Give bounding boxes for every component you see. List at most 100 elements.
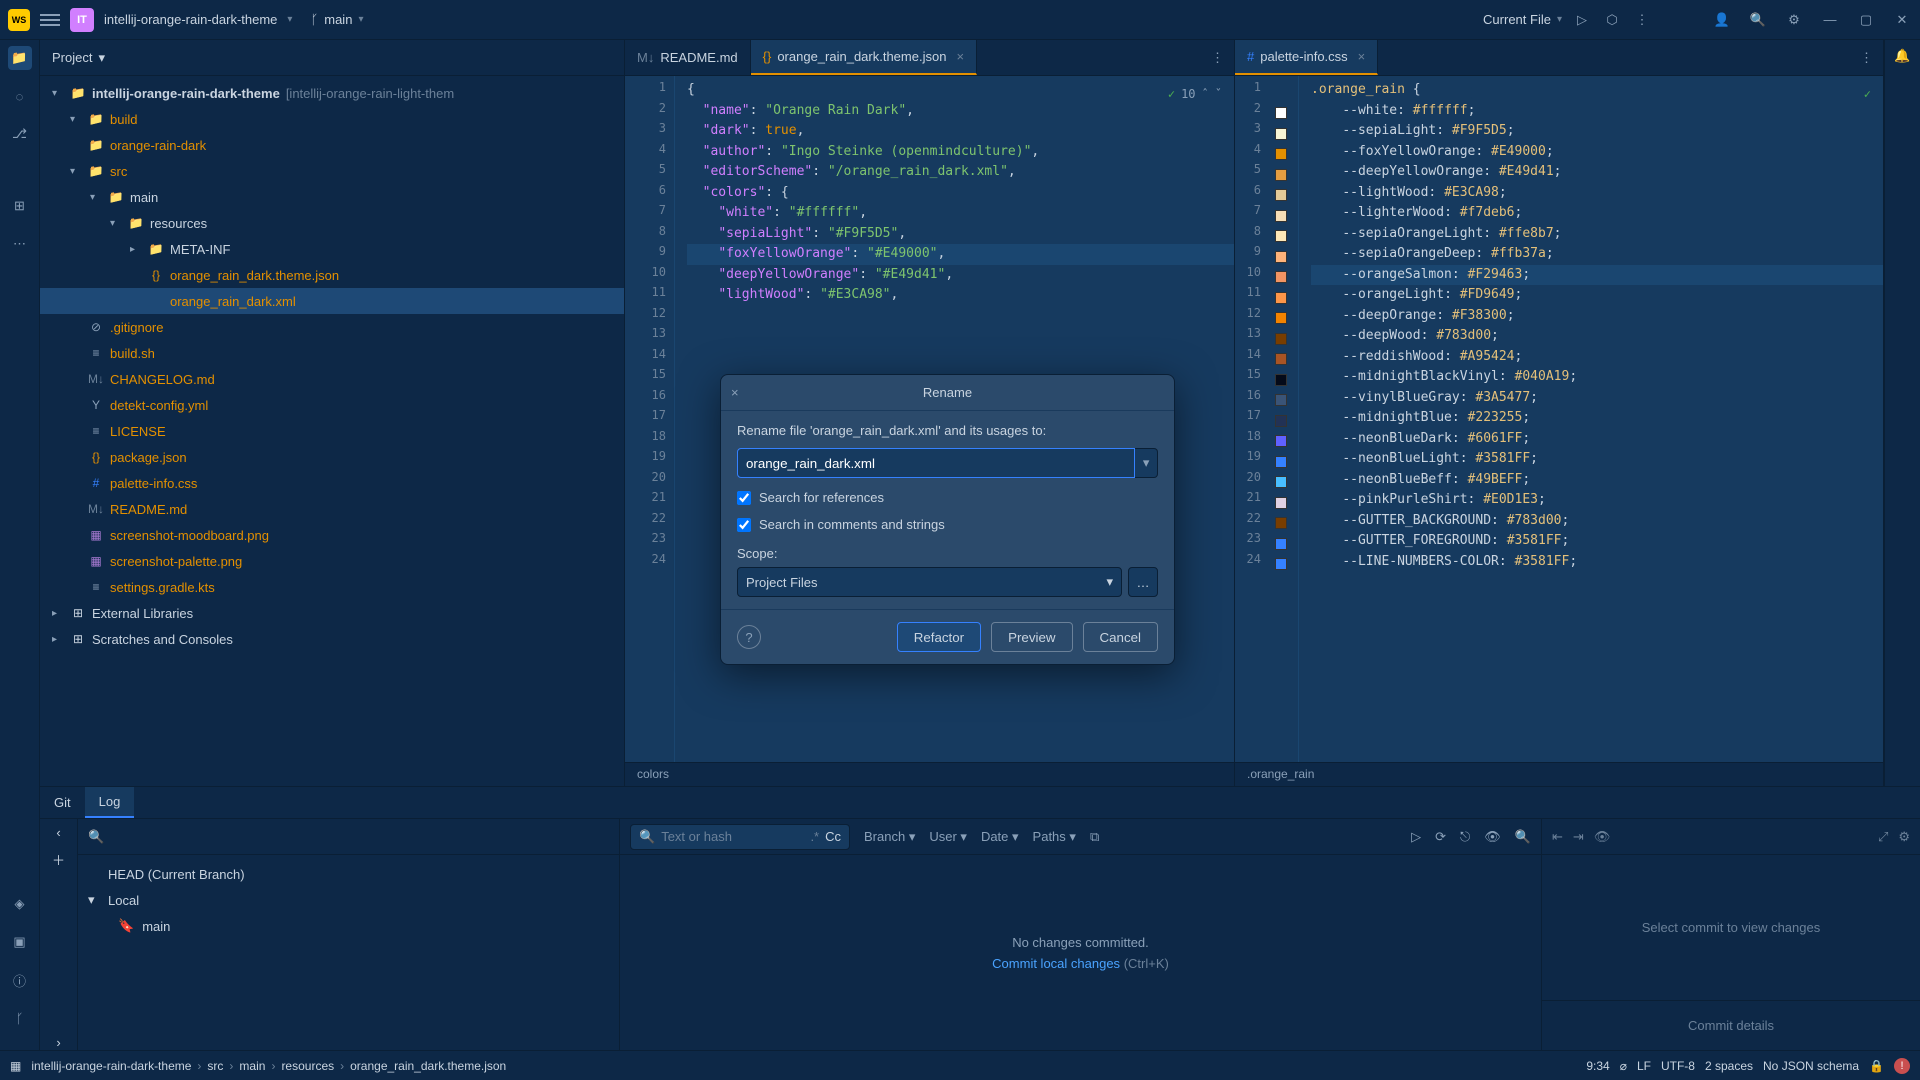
tree-item[interactable]: M↓README.md: [40, 496, 624, 522]
project-name[interactable]: intellij-orange-rain-dark-theme: [104, 12, 277, 27]
close-icon[interactable]: ×: [956, 49, 964, 64]
tab-readme[interactable]: M↓ README.md: [625, 40, 751, 75]
terminal-icon[interactable]: ▣: [8, 930, 32, 954]
run-config-selector[interactable]: Current File ▾: [1483, 12, 1562, 27]
scope-browse-button[interactable]: …: [1128, 567, 1158, 597]
cherry-pick-icon[interactable]: ⎋: [1460, 829, 1470, 845]
tool-window-icon[interactable]: ▦: [10, 1059, 21, 1073]
branch-group-local[interactable]: ▾Local: [88, 887, 609, 913]
more-icon[interactable]: ⋮: [1632, 10, 1652, 30]
close-button[interactable]: ✕: [1892, 10, 1912, 30]
expand-icon[interactable]: ⤢: [1878, 829, 1888, 845]
cursor-position[interactable]: 9:34: [1586, 1059, 1609, 1073]
tree-item[interactable]: 📁orange-rain-dark: [40, 132, 624, 158]
filter-branch[interactable]: Branch ▾: [864, 829, 915, 845]
chevron-up-icon[interactable]: ˆ: [1202, 84, 1209, 105]
checkbox[interactable]: [737, 518, 751, 532]
git-branch-search[interactable]: 🔍: [78, 819, 619, 855]
rename-history-dropdown[interactable]: ▾: [1135, 448, 1158, 478]
tree-item[interactable]: M↓CHANGELOG.md: [40, 366, 624, 392]
tree-item[interactable]: ▦screenshot-palette.png: [40, 548, 624, 574]
chevron-down-icon[interactable]: ˇ: [1215, 84, 1222, 105]
tree-item[interactable]: ≡build.sh: [40, 340, 624, 366]
run-button[interactable]: ▷: [1572, 10, 1592, 30]
tree-item[interactable]: ▾📁main: [40, 184, 624, 210]
filter-paths[interactable]: Paths ▾: [1033, 829, 1076, 845]
minimize-button[interactable]: —: [1820, 10, 1840, 30]
close-icon[interactable]: ×: [731, 385, 739, 400]
tab-git[interactable]: Git: [40, 787, 85, 818]
prev-icon[interactable]: ⇤: [1552, 829, 1563, 845]
hamburger-icon[interactable]: [40, 14, 60, 26]
error-icon[interactable]: !: [1894, 1058, 1910, 1074]
tree-item[interactable]: orange_rain_dark.xml: [40, 288, 624, 314]
eye-icon[interactable]: 👁: [1594, 829, 1611, 845]
expand-icon[interactable]: ›: [56, 1035, 60, 1050]
match-case-icon[interactable]: Cc: [825, 829, 841, 844]
tree-item[interactable]: ▸⊞External Libraries: [40, 600, 624, 626]
json-schema[interactable]: No JSON schema: [1763, 1059, 1859, 1073]
tree-item[interactable]: ▸📁META-INF: [40, 236, 624, 262]
read-lock-icon[interactable]: 🔒: [1869, 1059, 1884, 1073]
chevron-down-icon[interactable]: ▾: [98, 50, 105, 66]
tree-item[interactable]: ≡settings.gradle.kts: [40, 574, 624, 600]
commit-link[interactable]: Commit local changes: [992, 956, 1120, 971]
eye-icon[interactable]: 👁: [1484, 829, 1501, 845]
collapse-icon[interactable]: ‹: [56, 825, 60, 840]
tree-item[interactable]: ▸⊞Scratches and Consoles: [40, 626, 624, 652]
preview-button[interactable]: Preview: [991, 622, 1072, 652]
tree-item[interactable]: ▦screenshot-moodboard.png: [40, 522, 624, 548]
debug-button[interactable]: ⬡: [1602, 10, 1622, 30]
project-panel-header[interactable]: Project ▾: [40, 40, 624, 76]
editor-breadcrumb[interactable]: .orange_rain: [1235, 762, 1883, 786]
maximize-button[interactable]: ▢: [1856, 10, 1876, 30]
branch-head[interactable]: HEAD (Current Branch): [88, 861, 609, 887]
tab-palette-css[interactable]: # palette-info.css ×: [1235, 40, 1378, 75]
tree-root[interactable]: ▾📁intellij-orange-rain-dark-theme [intel…: [40, 80, 624, 106]
tab-theme-json[interactable]: {} orange_rain_dark.theme.json ×: [751, 40, 977, 75]
settings-icon[interactable]: ⚙: [1784, 10, 1804, 30]
tree-item[interactable]: {}orange_rain_dark.theme.json: [40, 262, 624, 288]
read-only-icon[interactable]: ⌀: [1620, 1059, 1627, 1073]
open-new-tab-icon[interactable]: ⧉: [1090, 829, 1099, 845]
gear-icon[interactable]: ⚙: [1898, 829, 1910, 845]
encoding[interactable]: UTF-8: [1661, 1059, 1695, 1073]
commit-search[interactable]: 🔍 Text or hash .* Cc: [630, 824, 850, 850]
cancel-button[interactable]: Cancel: [1083, 622, 1159, 652]
scope-select[interactable]: Project Files ▾: [737, 567, 1122, 597]
rename-input[interactable]: [737, 448, 1135, 478]
services-icon[interactable]: ◈: [8, 892, 32, 916]
tab-actions-icon[interactable]: ⋮: [1850, 40, 1883, 75]
regex-icon[interactable]: .*: [810, 829, 819, 844]
project-tool-icon[interactable]: 📁: [8, 46, 32, 70]
tree-item[interactable]: ▾📁build: [40, 106, 624, 132]
line-separator[interactable]: LF: [1637, 1059, 1651, 1073]
check-search-comments[interactable]: Search in comments and strings: [737, 517, 1158, 532]
branch-main[interactable]: 🔖main: [88, 913, 609, 939]
close-icon[interactable]: ×: [1358, 49, 1366, 64]
tree-item[interactable]: Ydetekt-config.yml: [40, 392, 624, 418]
checkbox[interactable]: [737, 491, 751, 505]
add-icon[interactable]: ＋: [52, 850, 65, 869]
help-button[interactable]: ?: [737, 625, 761, 649]
find-icon[interactable]: 🔍: [1515, 829, 1531, 845]
next-icon[interactable]: ⇥: [1573, 829, 1584, 845]
notifications-icon[interactable]: 🔔: [1894, 48, 1910, 64]
problems-icon[interactable]: ⓘ: [8, 968, 32, 992]
tree-item[interactable]: ⊘.gitignore: [40, 314, 624, 340]
code-area[interactable]: ✓ .orange_rain { --white: #ffffff; --sep…: [1299, 76, 1883, 762]
structure-tool-icon[interactable]: ⊞: [8, 194, 32, 218]
tree-item[interactable]: ▾📁resources: [40, 210, 624, 236]
editor-body[interactable]: 123456789101112131415161718192021222324 …: [1235, 76, 1883, 762]
refactor-button[interactable]: Refactor: [897, 622, 981, 652]
more-tool-icon[interactable]: ⋯: [8, 232, 32, 256]
codewithme-icon[interactable]: 👤: [1712, 10, 1732, 30]
tree-item[interactable]: #palette-info.css: [40, 470, 624, 496]
check-search-references[interactable]: Search for references: [737, 490, 1158, 505]
chevron-down-icon[interactable]: ▾: [287, 14, 292, 25]
filter-date[interactable]: Date ▾: [981, 829, 1019, 845]
inspections-widget[interactable]: ✓: [1864, 84, 1871, 105]
tab-log[interactable]: Log: [85, 787, 135, 818]
search-icon[interactable]: 🔍: [1748, 10, 1768, 30]
refresh-icon[interactable]: ⟳: [1435, 829, 1446, 845]
